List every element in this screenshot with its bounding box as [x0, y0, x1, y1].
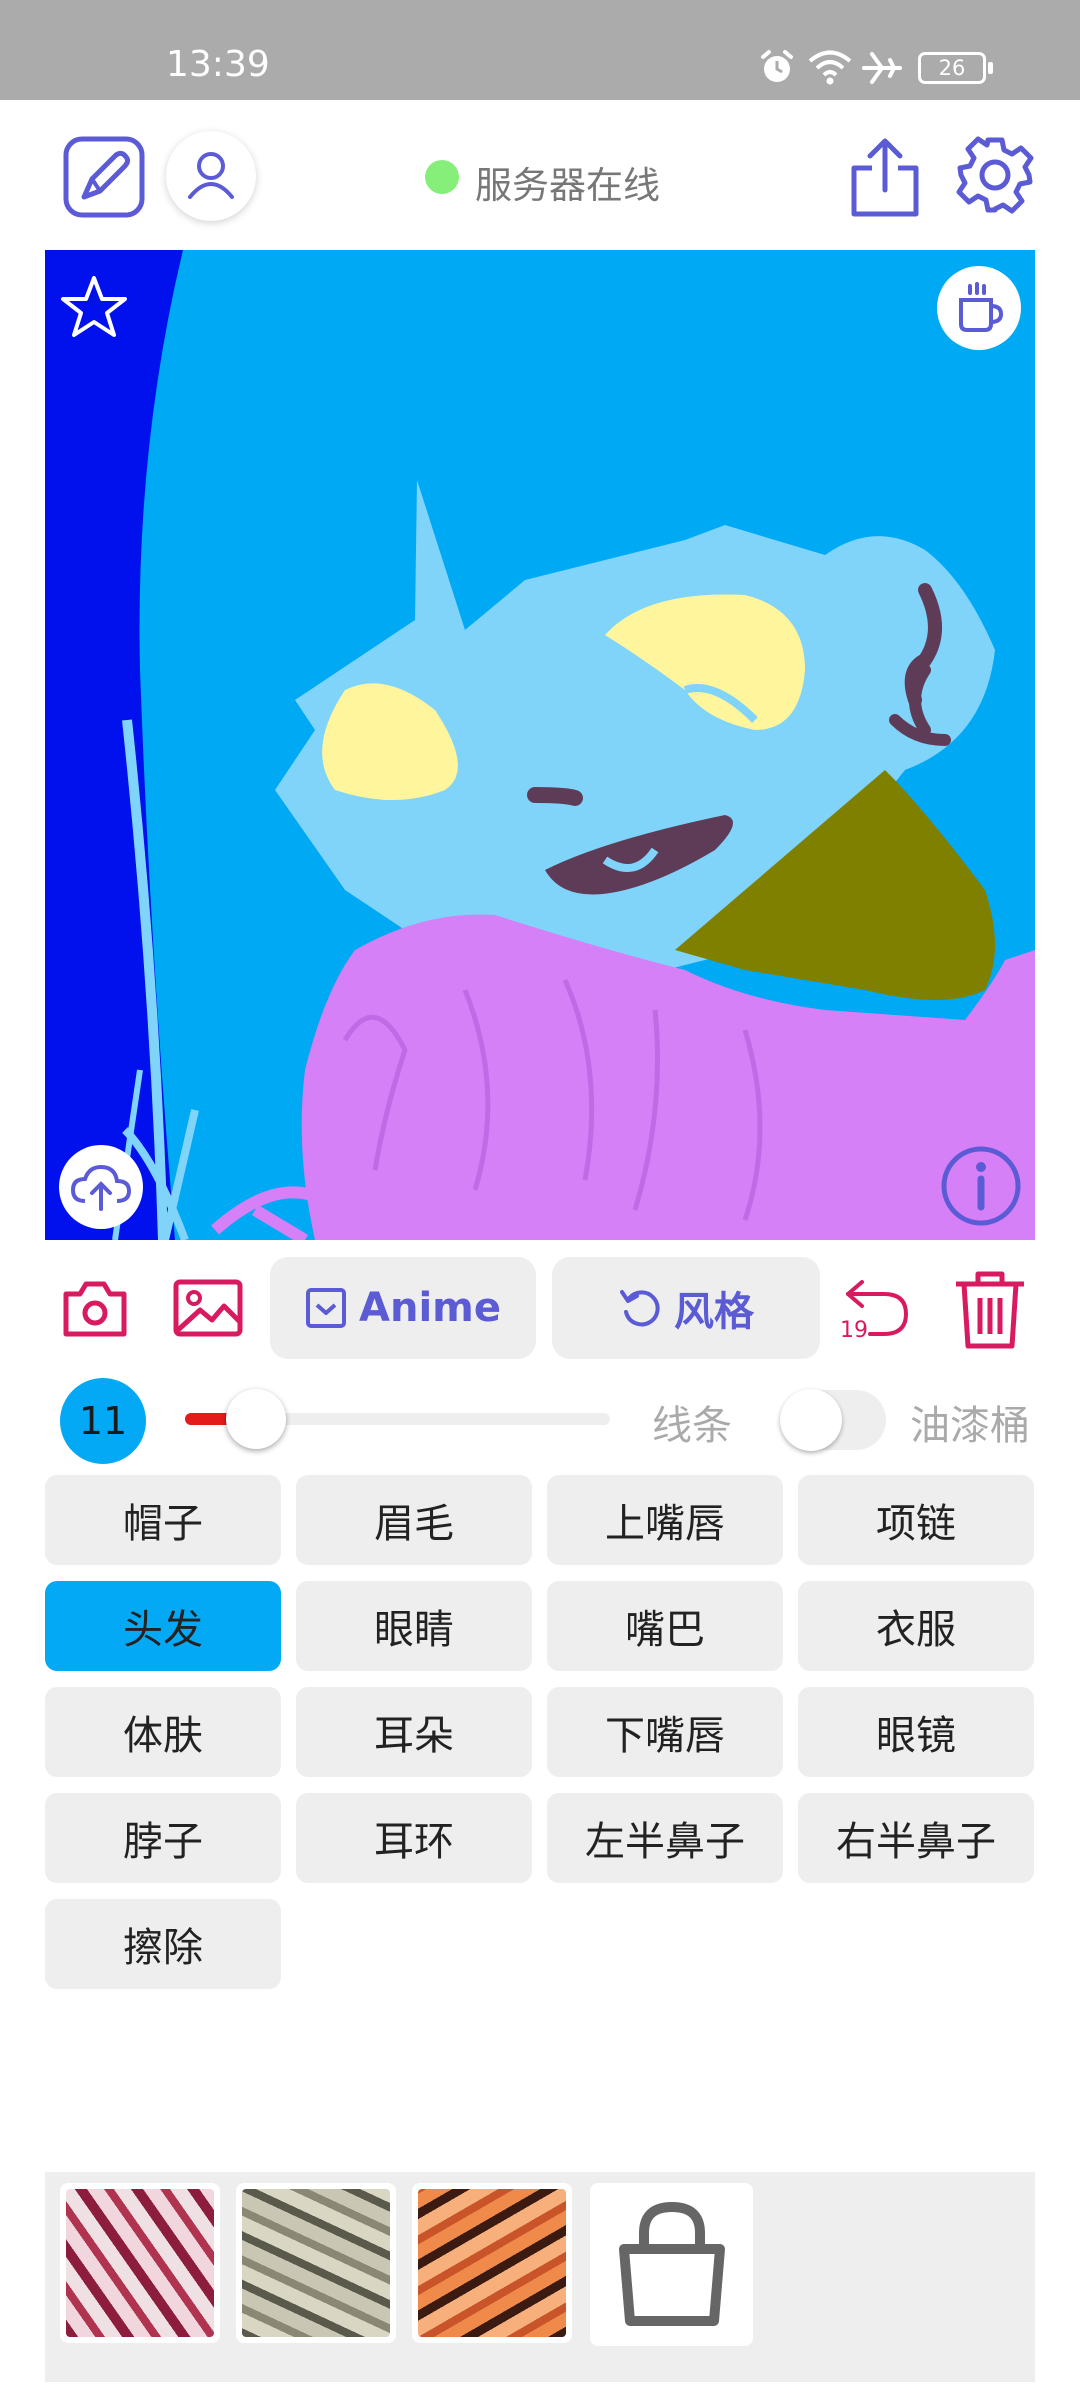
style-thumb-gray-image: [242, 2189, 390, 2337]
user-icon: [188, 152, 234, 199]
style-store-button[interactable]: [590, 2183, 753, 2346]
coffee-icon: [959, 282, 1004, 332]
status-bar: 13:39 26: [0, 0, 1080, 100]
segment-button[interactable]: 左半鼻子: [547, 1793, 783, 1883]
server-status-text: 服务器在线: [475, 164, 660, 207]
status-time: 13:39: [166, 44, 270, 85]
profile-button[interactable]: [166, 131, 256, 221]
star-icon[interactable]: [59, 272, 129, 342]
battery-tip: [988, 62, 993, 74]
anime-label: Anime: [359, 1285, 501, 1331]
image-icon[interactable]: [172, 1278, 244, 1338]
undo-count: 19: [840, 1318, 868, 1343]
info-icon[interactable]: [938, 1143, 1024, 1229]
trash-icon[interactable]: [950, 1268, 1030, 1352]
style-thumb-red[interactable]: [60, 2183, 220, 2343]
segment-button[interactable]: 右半鼻子: [798, 1793, 1034, 1883]
bag-icon: [619, 2201, 725, 2326]
segment-button[interactable]: 帽子: [45, 1475, 281, 1565]
style-button[interactable]: 风格: [552, 1257, 820, 1359]
checkbox-icon: [306, 1288, 347, 1328]
anime-button[interactable]: Anime: [270, 1257, 536, 1359]
rotate-icon: [620, 1290, 660, 1327]
toggle-knob[interactable]: [780, 1389, 842, 1451]
style-thumb-gray[interactable]: [236, 2183, 396, 2343]
segment-button[interactable]: 下嘴唇: [547, 1687, 783, 1777]
paint-bucket-label: 油漆桶: [910, 1403, 1030, 1449]
upload-button[interactable]: [59, 1145, 143, 1229]
airplane-icon: [862, 52, 902, 84]
segment-button[interactable]: 眼睛: [296, 1581, 532, 1671]
segment-button[interactable]: 项链: [798, 1475, 1034, 1565]
battery-icon: 26: [918, 52, 986, 84]
slider-thumb[interactable]: [226, 1389, 286, 1449]
drawing-canvas[interactable]: [45, 250, 1035, 1240]
segment-button[interactable]: 眼镜: [798, 1687, 1034, 1777]
draw-icon[interactable]: [62, 135, 146, 219]
style-label: 风格: [674, 1289, 754, 1335]
alarm-icon: [761, 50, 793, 82]
segment-button[interactable]: 嘴巴: [547, 1581, 783, 1671]
coffee-button[interactable]: [937, 266, 1021, 350]
upload-cloud-icon: [70, 1164, 132, 1211]
lines-label: 线条: [652, 1403, 732, 1449]
segment-button[interactable]: 头发: [45, 1581, 281, 1671]
segment-grid: 帽子 眉毛 上嘴唇 项链头发 眼睛 嘴巴 衣服体肤 耳朵 下嘴唇 眼镜脖子 耳环 左半鼻子 右半鼻子擦除: [45, 1475, 1035, 1989]
style-thumb-orange-image: [418, 2189, 566, 2337]
segment-button[interactable]: 上嘴唇: [547, 1475, 783, 1565]
battery-level: 26: [938, 56, 966, 80]
camera-icon[interactable]: [62, 1278, 128, 1338]
brush-size-badge[interactable]: 11: [60, 1378, 146, 1464]
server-status-dot: [425, 160, 459, 194]
share-icon[interactable]: [848, 136, 922, 220]
segment-button[interactable]: 耳环: [296, 1793, 532, 1883]
segment-button[interactable]: 擦除: [45, 1899, 281, 1989]
canvas-drawing: [45, 250, 1035, 1240]
style-thumb-red-image: [66, 2189, 214, 2337]
style-thumb-orange[interactable]: [412, 2183, 572, 2343]
segment-button[interactable]: 耳朵: [296, 1687, 532, 1777]
wifi-icon: [808, 50, 852, 85]
segment-button[interactable]: 眉毛: [296, 1475, 532, 1565]
segment-button[interactable]: 衣服: [798, 1581, 1034, 1671]
segment-button[interactable]: 体肤: [45, 1687, 281, 1777]
gear-icon[interactable]: [954, 134, 1036, 216]
segment-button[interactable]: 脖子: [45, 1793, 281, 1883]
